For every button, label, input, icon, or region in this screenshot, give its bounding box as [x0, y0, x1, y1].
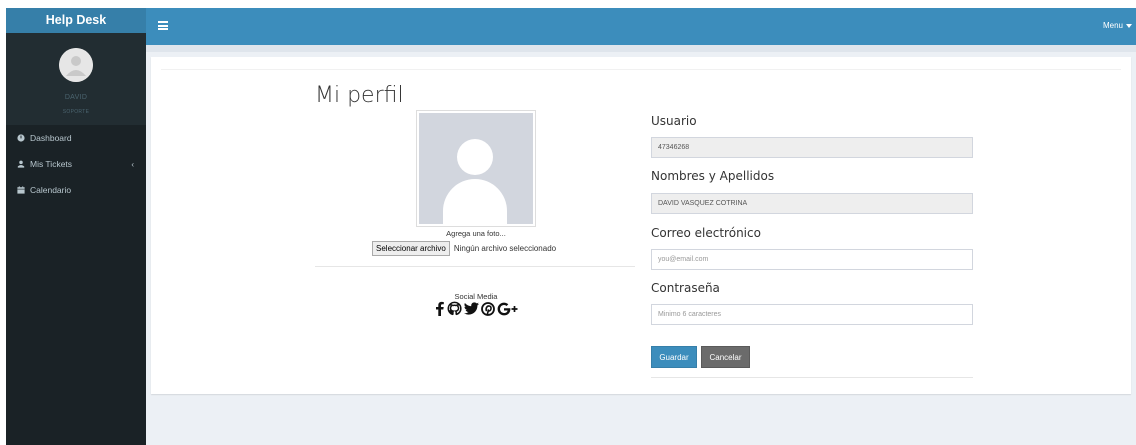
hamburger-menu-icon[interactable] [158, 21, 168, 30]
save-button[interactable]: Guardar [651, 346, 697, 368]
caret-down-icon [1126, 23, 1132, 28]
social-icons [426, 301, 526, 316]
profile-card: Mi perfil Agrega una foto... Seleccionar… [151, 57, 1131, 394]
sidebar-menu: Dashboard Mis Tickets ‹ Calendario [6, 125, 146, 445]
brand-logo[interactable]: Help Desk [6, 8, 146, 33]
dashboard-icon [17, 134, 25, 142]
github-icon[interactable] [447, 301, 462, 316]
cancel-button[interactable]: Cancelar [701, 346, 750, 368]
social-media-label: Social Media [454, 292, 498, 301]
user-ticket-icon [17, 160, 25, 168]
pinterest-icon[interactable] [480, 301, 495, 316]
profile-photo[interactable] [416, 110, 536, 227]
twitter-icon[interactable] [463, 302, 479, 315]
top-navbar: Menu [146, 8, 1136, 45]
photo-caption: Agrega una foto... [446, 229, 506, 238]
user-role: SOPORTE [62, 109, 90, 115]
window-frame-left [0, 0, 6, 445]
avatar [59, 48, 93, 82]
names-label: Nombres y Apellidos [651, 169, 775, 183]
email-field[interactable]: you@email.com [651, 249, 973, 270]
email-label: Correo electrónico [651, 226, 761, 240]
sidebar-item-label: Calendario [30, 185, 72, 195]
user-name: DAVID [64, 94, 88, 101]
sidebar-item-mis-tickets[interactable]: Mis Tickets ‹ [6, 151, 146, 177]
user-label: Usuario [651, 114, 697, 128]
user-panel: DAVID SOPORTE [6, 33, 146, 124]
password-field[interactable]: Minimo 6 caracteres [651, 304, 973, 325]
card-top-divider [161, 69, 1121, 70]
photo-placeholder-icon [419, 113, 533, 224]
divider [651, 377, 973, 378]
sidebar-item-calendario[interactable]: Calendario [6, 177, 146, 203]
file-upload: Seleccionar archivo Ningún archivo selec… [372, 241, 556, 256]
page-title: Mi perfil [315, 83, 404, 108]
names-field[interactable]: DAVID VASQUEZ COTRINA [651, 193, 973, 214]
sidebar-item-dashboard[interactable]: Dashboard [6, 125, 146, 151]
sidebar-item-label: Mis Tickets [30, 159, 73, 169]
menu-dropdown[interactable]: Menu [1103, 21, 1132, 30]
menu-dropdown-label: Menu [1102, 21, 1123, 30]
google-plus-icon[interactable] [497, 302, 519, 316]
calendar-icon [17, 186, 25, 194]
file-status: Ningún archivo seleccionado [453, 244, 557, 253]
chevron-left-icon[interactable]: ‹ [131, 160, 134, 169]
sidebar-item-label: Dashboard [30, 133, 72, 143]
window-frame-top [0, 0, 1136, 8]
divider [315, 266, 635, 267]
user-field[interactable]: 47346268 [651, 137, 973, 158]
header-shadow-strip [146, 45, 1136, 52]
sidebar: Help Desk DAVID SOPORTE Dashboard Mis Ti… [6, 8, 146, 445]
choose-file-button[interactable]: Seleccionar archivo [372, 241, 450, 256]
user-avatar-icon [59, 48, 93, 82]
facebook-icon[interactable] [434, 301, 445, 316]
password-label: Contraseña [651, 281, 720, 295]
